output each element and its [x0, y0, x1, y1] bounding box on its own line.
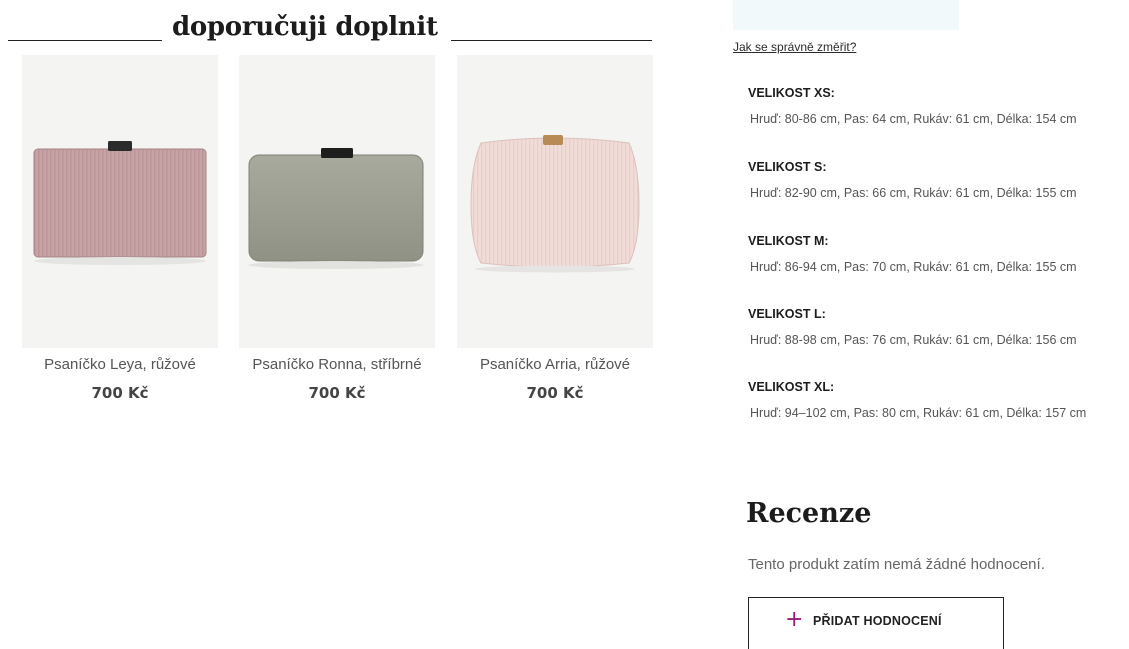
size-measurements: Hruď: 80-86 cm, Pas: 64 cm, Rukáv: 61 cm… [750, 112, 1077, 126]
size-title: VELIKOST S: [748, 160, 827, 174]
product-card[interactable]: Psaníčko Arria, růžové 700 Kč [457, 55, 653, 402]
size-measurements: Hruď: 88-98 cm, Pas: 76 cm, Rukáv: 61 cm… [750, 333, 1077, 347]
size-measurements: Hruď: 94–102 cm, Pas: 80 cm, Rukáv: 61 c… [750, 406, 1087, 420]
size-measurements: Hruď: 86-94 cm, Pas: 70 cm, Rukáv: 61 cm… [750, 260, 1077, 274]
size-title: VELIKOST XL: [748, 380, 835, 394]
size-title: VELIKOST XS: [748, 86, 835, 100]
size-entry-l: VELIKOST L: Hruď: 88-98 cm, Pas: 76 cm, … [748, 307, 1128, 347]
product-name[interactable]: Psaníčko Leya, růžové [2, 356, 238, 373]
size-entry-m: VELIKOST M: Hruď: 86-94 cm, Pas: 70 cm, … [748, 234, 1128, 274]
size-title: VELIKOST M: [748, 234, 829, 248]
page: doporučuji doplnit Psaníčko Leya, růžové… [0, 0, 1129, 649]
size-title: VELIKOST L: [748, 307, 826, 321]
product-image[interactable] [457, 55, 653, 348]
product-name[interactable]: Psaníčko Ronna, stříbrné [219, 356, 455, 373]
size-measurements: Hruď: 82-90 cm, Pas: 66 cm, Rukáv: 61 cm… [750, 186, 1077, 200]
product-image[interactable] [239, 55, 435, 348]
recommend-title: doporučuji doplnit [172, 12, 438, 42]
product-image[interactable] [22, 55, 218, 348]
recommend-header: doporučuji doplnit [8, 12, 652, 46]
add-review-label: PŘIDAT HODNOCENÍ [813, 614, 942, 628]
clutch-bag-arria [470, 135, 640, 273]
clutch-bag-leya [33, 141, 207, 265]
clutch-bag-ronna [248, 148, 424, 269]
size-entry-s: VELIKOST S: Hruď: 82-90 cm, Pas: 66 cm, … [748, 160, 1128, 200]
size-entry-xs: VELIKOST XS: Hruď: 80-86 cm, Pas: 64 cm,… [748, 86, 1128, 126]
product-price: 700 Kč [526, 384, 584, 402]
divider-right [451, 40, 652, 41]
product-price: 700 Kč [308, 384, 366, 402]
measure-guide-link[interactable]: Jak se správně změřit? [733, 40, 856, 54]
product-name[interactable]: Psaníčko Arria, růžové [437, 356, 673, 373]
reviews-empty-message: Tento produkt zatím nemá žádné hodnocení… [748, 556, 1045, 573]
product-price: 700 Kč [91, 384, 149, 402]
product-card[interactable]: Psaníčko Leya, růžové 700 Kč [22, 55, 218, 402]
plus-icon: + [785, 607, 804, 632]
size-entry-xl: VELIKOST XL: Hruď: 94–102 cm, Pas: 80 cm… [748, 380, 1128, 420]
add-review-button[interactable]: + PŘIDAT HODNOCENÍ [748, 597, 1004, 649]
info-banner [733, 0, 959, 30]
divider-left [8, 40, 162, 41]
reviews-heading: Recenze [746, 498, 872, 529]
product-card[interactable]: Psaníčko Ronna, stříbrné 700 Kč [239, 55, 435, 402]
